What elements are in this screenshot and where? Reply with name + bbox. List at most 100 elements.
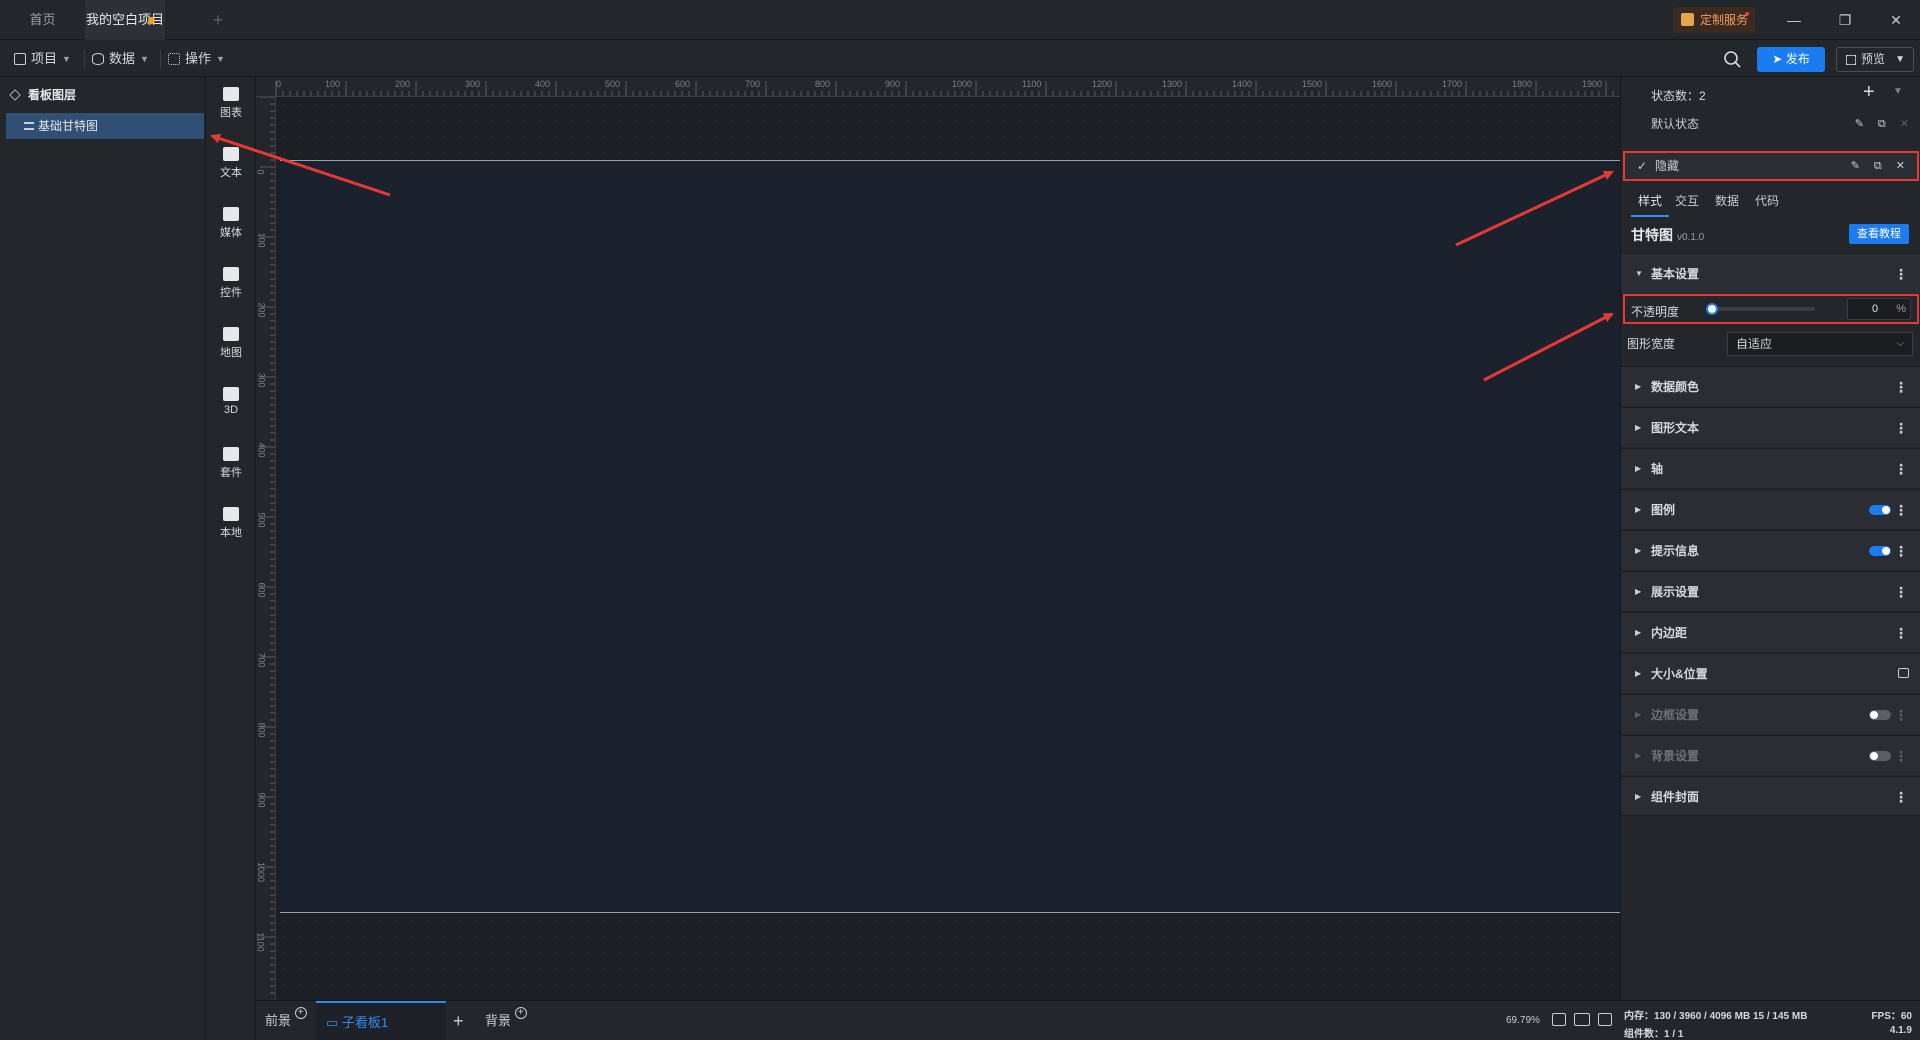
zoom-level[interactable]: 69.79%: [1506, 1015, 1540, 1026]
more-icon[interactable]: ⋮: [1894, 613, 1908, 653]
section-label: 图形文本: [1651, 421, 1700, 435]
ruler-top[interactable]: 0 100 200 300 400 500 600 700 800 900 10…: [256, 77, 1620, 97]
fit-screen-icon[interactable]: [1552, 1013, 1566, 1026]
ruler-label: 300: [256, 372, 267, 388]
tab-style[interactable]: 样式: [1631, 187, 1669, 217]
component-map[interactable]: 地图: [206, 321, 256, 371]
component-3d[interactable]: 3D: [206, 381, 256, 431]
component-text[interactable]: 文本: [206, 141, 256, 191]
background-toggle[interactable]: [1869, 751, 1891, 761]
tab-home[interactable]: 首页: [0, 0, 85, 40]
section-graphic-text[interactable]: ▶ 图形文本 ⋮: [1621, 407, 1920, 447]
add-tab-button[interactable]: +: [208, 10, 228, 30]
section-cover[interactable]: ▶ 组件封面 ⋮: [1621, 776, 1920, 816]
copy-icon[interactable]: ⧉: [1878, 109, 1886, 139]
more-icon[interactable]: ⋮: [1894, 367, 1908, 407]
state-default[interactable]: 默认状态 ✎ ⧉ ✕: [1621, 109, 1920, 139]
section-label: 轴: [1651, 462, 1664, 476]
tooltip-toggle[interactable]: [1869, 546, 1891, 556]
copy-icon[interactable]: ⧉: [1874, 153, 1882, 179]
add-icon[interactable]: +: [514, 1007, 527, 1019]
add-board-button[interactable]: +: [453, 1001, 464, 1040]
section-border[interactable]: ▶ 边框设置 ⋮: [1621, 694, 1920, 734]
menu-project[interactable]: 项目 ▼: [14, 48, 71, 70]
tab-interaction[interactable]: 交互: [1675, 187, 1699, 217]
more-icon[interactable]: ⋮: [1894, 572, 1908, 612]
edit-icon[interactable]: ✎: [1855, 109, 1864, 139]
more-icon[interactable]: ⋮: [1894, 490, 1908, 530]
more-icon[interactable]: ⋮: [1894, 777, 1908, 817]
slider-knob[interactable]: [1706, 303, 1718, 315]
menu-operation[interactable]: 操作 ▼: [168, 48, 225, 70]
more-icon[interactable]: ⋮: [1894, 408, 1908, 448]
component-media[interactable]: 媒体: [206, 201, 256, 251]
section-legend[interactable]: ▶ 图例 ⋮: [1621, 489, 1920, 529]
add-icon[interactable]: +: [294, 1007, 307, 1019]
tab-background-label: 背景: [485, 1013, 512, 1028]
add-state-button[interactable]: +: [1863, 81, 1875, 104]
custom-service-button[interactable]: 定制服务: [1673, 7, 1755, 33]
section-tooltip[interactable]: ▶ 提示信息 ⋮: [1621, 530, 1920, 570]
edit-icon[interactable]: ✎: [1851, 153, 1860, 179]
publish-button[interactable]: ➤ 发布: [1757, 47, 1825, 72]
legend-toggle[interactable]: [1869, 505, 1891, 515]
dashboard-board[interactable]: [280, 160, 1620, 913]
restore-icon[interactable]: ❐: [1833, 8, 1857, 32]
tab-background[interactable]: 背景 +: [485, 1001, 527, 1040]
section-size-position[interactable]: ▶ 大小&位置: [1621, 653, 1920, 693]
chevron-down-icon[interactable]: ▼: [1893, 86, 1903, 97]
ruler-label: 1900: [1582, 79, 1603, 89]
section-data-color[interactable]: ▶ 数据颜色 ⋮: [1621, 366, 1920, 406]
search-button[interactable]: [1722, 49, 1744, 71]
ruler-label: 100: [256, 232, 267, 248]
more-icon[interactable]: ⋮: [1894, 449, 1908, 489]
delete-icon[interactable]: ✕: [1896, 153, 1905, 179]
component-chart[interactable]: 图表: [206, 81, 256, 131]
ruler-label: 1800: [1512, 79, 1533, 89]
component-version: v0.1.0: [1677, 232, 1705, 243]
keyboard-icon[interactable]: [1574, 1013, 1590, 1026]
component-local[interactable]: 本地: [206, 501, 256, 551]
more-icon[interactable]: ⋮: [1894, 736, 1908, 776]
section-padding[interactable]: ▶ 内边距 ⋮: [1621, 612, 1920, 652]
tutorial-button[interactable]: 查看教程: [1849, 224, 1909, 244]
ruler-label: 0: [276, 79, 282, 89]
more-icon[interactable]: ⋮: [1894, 254, 1908, 294]
ruler-label: 1000: [952, 79, 973, 89]
grid-icon: [168, 53, 180, 65]
section-display[interactable]: ▶ 展示设置 ⋮: [1621, 571, 1920, 611]
tab-foreground[interactable]: 前景 +: [265, 1001, 307, 1040]
state-hidden[interactable]: ✓ 隐藏 ✎ ⧉ ✕: [1623, 151, 1919, 181]
tab-sub-board[interactable]: ▭ 子看板1: [316, 1001, 446, 1040]
opacity-slider[interactable]: [1706, 303, 1815, 315]
lock-icon[interactable]: [1898, 668, 1909, 678]
preview-button[interactable]: 预览 ▼: [1836, 47, 1914, 72]
more-icon[interactable]: ⋮: [1894, 531, 1908, 571]
section-axis[interactable]: ▶ 轴 ⋮: [1621, 448, 1920, 488]
component-label: 媒体: [220, 227, 242, 239]
tab-code[interactable]: 代码: [1755, 187, 1779, 217]
component-kit[interactable]: 套件: [206, 441, 256, 491]
canvas-area[interactable]: [276, 97, 1620, 1000]
layer-item-gantt[interactable]: 基础甘特图: [6, 113, 204, 139]
ruler-label: 900: [885, 79, 901, 89]
ruler-left[interactable]: 0 100 200 300 400 500 600 700 800 900 10…: [256, 97, 276, 1000]
ruler-label: 1400: [1232, 79, 1253, 89]
component-label: 本地: [220, 527, 242, 539]
component-control[interactable]: 控件: [206, 261, 256, 311]
minimize-icon[interactable]: —: [1782, 8, 1806, 32]
more-icon[interactable]: ⋮: [1894, 695, 1908, 735]
notification-dot: [1745, 12, 1749, 16]
border-toggle[interactable]: [1869, 710, 1891, 720]
width-select[interactable]: 自适应 ⌵: [1727, 332, 1913, 356]
section-background[interactable]: ▶ 背景设置 ⋮: [1621, 735, 1920, 775]
opacity-input[interactable]: 0 %: [1847, 298, 1911, 320]
section-basic[interactable]: ▼ 基本设置 ⋮: [1621, 253, 1920, 293]
tab-project[interactable]: 我的空白项目: [85, 0, 165, 40]
menu-data[interactable]: 数据 ▼: [92, 48, 149, 70]
tab-data[interactable]: 数据: [1715, 187, 1739, 217]
send-icon: ➤: [1772, 52, 1786, 66]
delete-icon[interactable]: ✕: [1900, 109, 1909, 139]
terminal-icon[interactable]: [1598, 1013, 1612, 1026]
close-icon[interactable]: ✕: [1884, 8, 1908, 32]
